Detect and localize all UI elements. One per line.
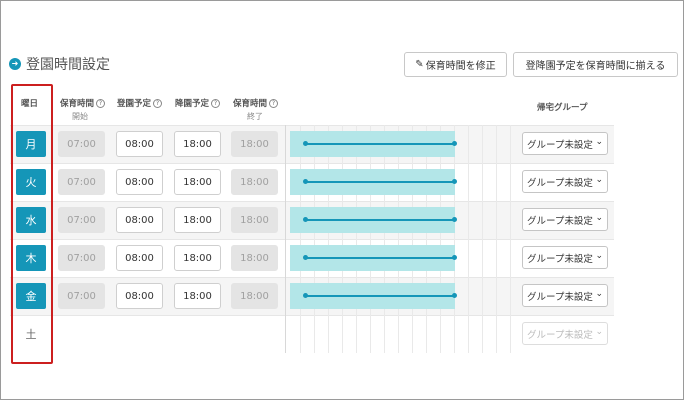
- header-care-start-sub: 開始: [72, 112, 88, 121]
- section-title: ➜ 登園時間設定: [9, 54, 110, 74]
- group-select[interactable]: グループ未設定 ⌄: [522, 132, 608, 155]
- help-icon[interactable]: ?: [269, 99, 279, 108]
- care-end-field: 18:00: [231, 169, 278, 195]
- care-start-field: 07:00: [58, 169, 105, 195]
- care-end-field: 18:00: [231, 245, 278, 271]
- care-end-field: 18:00: [231, 131, 278, 157]
- care-start-field: 07:00: [58, 207, 105, 233]
- departure-marker[interactable]: [452, 255, 457, 260]
- chevron-down-icon: ⌄: [595, 213, 603, 223]
- chevron-down-icon: ⌄: [595, 251, 603, 261]
- group-select-disabled: グループ未設定 ⌄: [522, 322, 608, 345]
- group-select[interactable]: グループ未設定 ⌄: [522, 284, 608, 307]
- care-start-field: 07:00: [58, 131, 105, 157]
- arrival-time-input[interactable]: 08:00: [116, 131, 163, 157]
- group-select[interactable]: グループ未設定 ⌄: [522, 208, 608, 231]
- chevron-down-icon: ⌄: [595, 137, 603, 147]
- arrow-circle-icon: ➜: [9, 58, 21, 70]
- schedule-line: [305, 143, 455, 145]
- header-care-start: 保育時間?: [60, 97, 106, 109]
- header-care-end: 保育時間?: [233, 97, 279, 109]
- care-start-field: 07:00: [58, 245, 105, 271]
- header-departure: 降園予定?: [175, 97, 221, 109]
- edit-care-time-label: 保育時間を修正: [425, 61, 496, 72]
- care-end-field: 18:00: [231, 283, 278, 309]
- departure-time-input[interactable]: 18:00: [174, 169, 221, 195]
- departure-marker[interactable]: [452, 293, 457, 298]
- departure-marker[interactable]: [452, 179, 457, 184]
- group-select[interactable]: グループ未設定 ⌄: [522, 246, 608, 269]
- chevron-down-icon: ⌄: [595, 289, 603, 299]
- arrival-marker[interactable]: [303, 141, 308, 146]
- arrival-marker[interactable]: [303, 255, 308, 260]
- departure-time-input[interactable]: 18:00: [174, 245, 221, 271]
- schedule-line: [305, 295, 455, 297]
- arrival-marker[interactable]: [303, 217, 308, 222]
- match-schedule-button[interactable]: 登降園予定を保育時間に揃える: [513, 52, 678, 77]
- section-title-text: 登園時間設定: [26, 57, 110, 73]
- arrival-time-input[interactable]: 08:00: [116, 245, 163, 271]
- care-end-field: 18:00: [231, 207, 278, 233]
- arrival-time-input[interactable]: 08:00: [116, 207, 163, 233]
- schedule-line: [305, 181, 455, 183]
- arrival-marker[interactable]: [303, 293, 308, 298]
- care-start-field: 07:00: [58, 283, 105, 309]
- schedule-line: [305, 257, 455, 259]
- departure-time-input[interactable]: 18:00: [174, 283, 221, 309]
- departure-time-input[interactable]: 18:00: [174, 207, 221, 233]
- pencil-icon: ✎: [415, 59, 424, 70]
- departure-marker[interactable]: [452, 141, 457, 146]
- arrival-time-input[interactable]: 08:00: [116, 283, 163, 309]
- header-arrival: 登園予定?: [117, 97, 163, 109]
- group-select[interactable]: グループ未設定 ⌄: [522, 170, 608, 193]
- edit-care-time-button[interactable]: ✎ 保育時間を修正: [404, 52, 507, 77]
- help-icon[interactable]: ?: [211, 99, 221, 108]
- weekday-highlight-box: [11, 84, 53, 364]
- chevron-down-icon: ⌄: [595, 327, 603, 337]
- departure-time-input[interactable]: 18:00: [174, 131, 221, 157]
- help-icon[interactable]: ?: [153, 99, 163, 108]
- match-schedule-label: 登降園予定を保育時間に揃える: [525, 61, 666, 72]
- chevron-down-icon: ⌄: [595, 175, 603, 185]
- departure-marker[interactable]: [452, 217, 457, 222]
- header-care-end-sub: 終了: [247, 112, 263, 121]
- schedule-line: [305, 219, 455, 221]
- arrival-time-input[interactable]: 08:00: [116, 169, 163, 195]
- header-group: 帰宅グループ: [537, 103, 588, 113]
- arrival-marker[interactable]: [303, 179, 308, 184]
- help-icon[interactable]: ?: [96, 99, 106, 108]
